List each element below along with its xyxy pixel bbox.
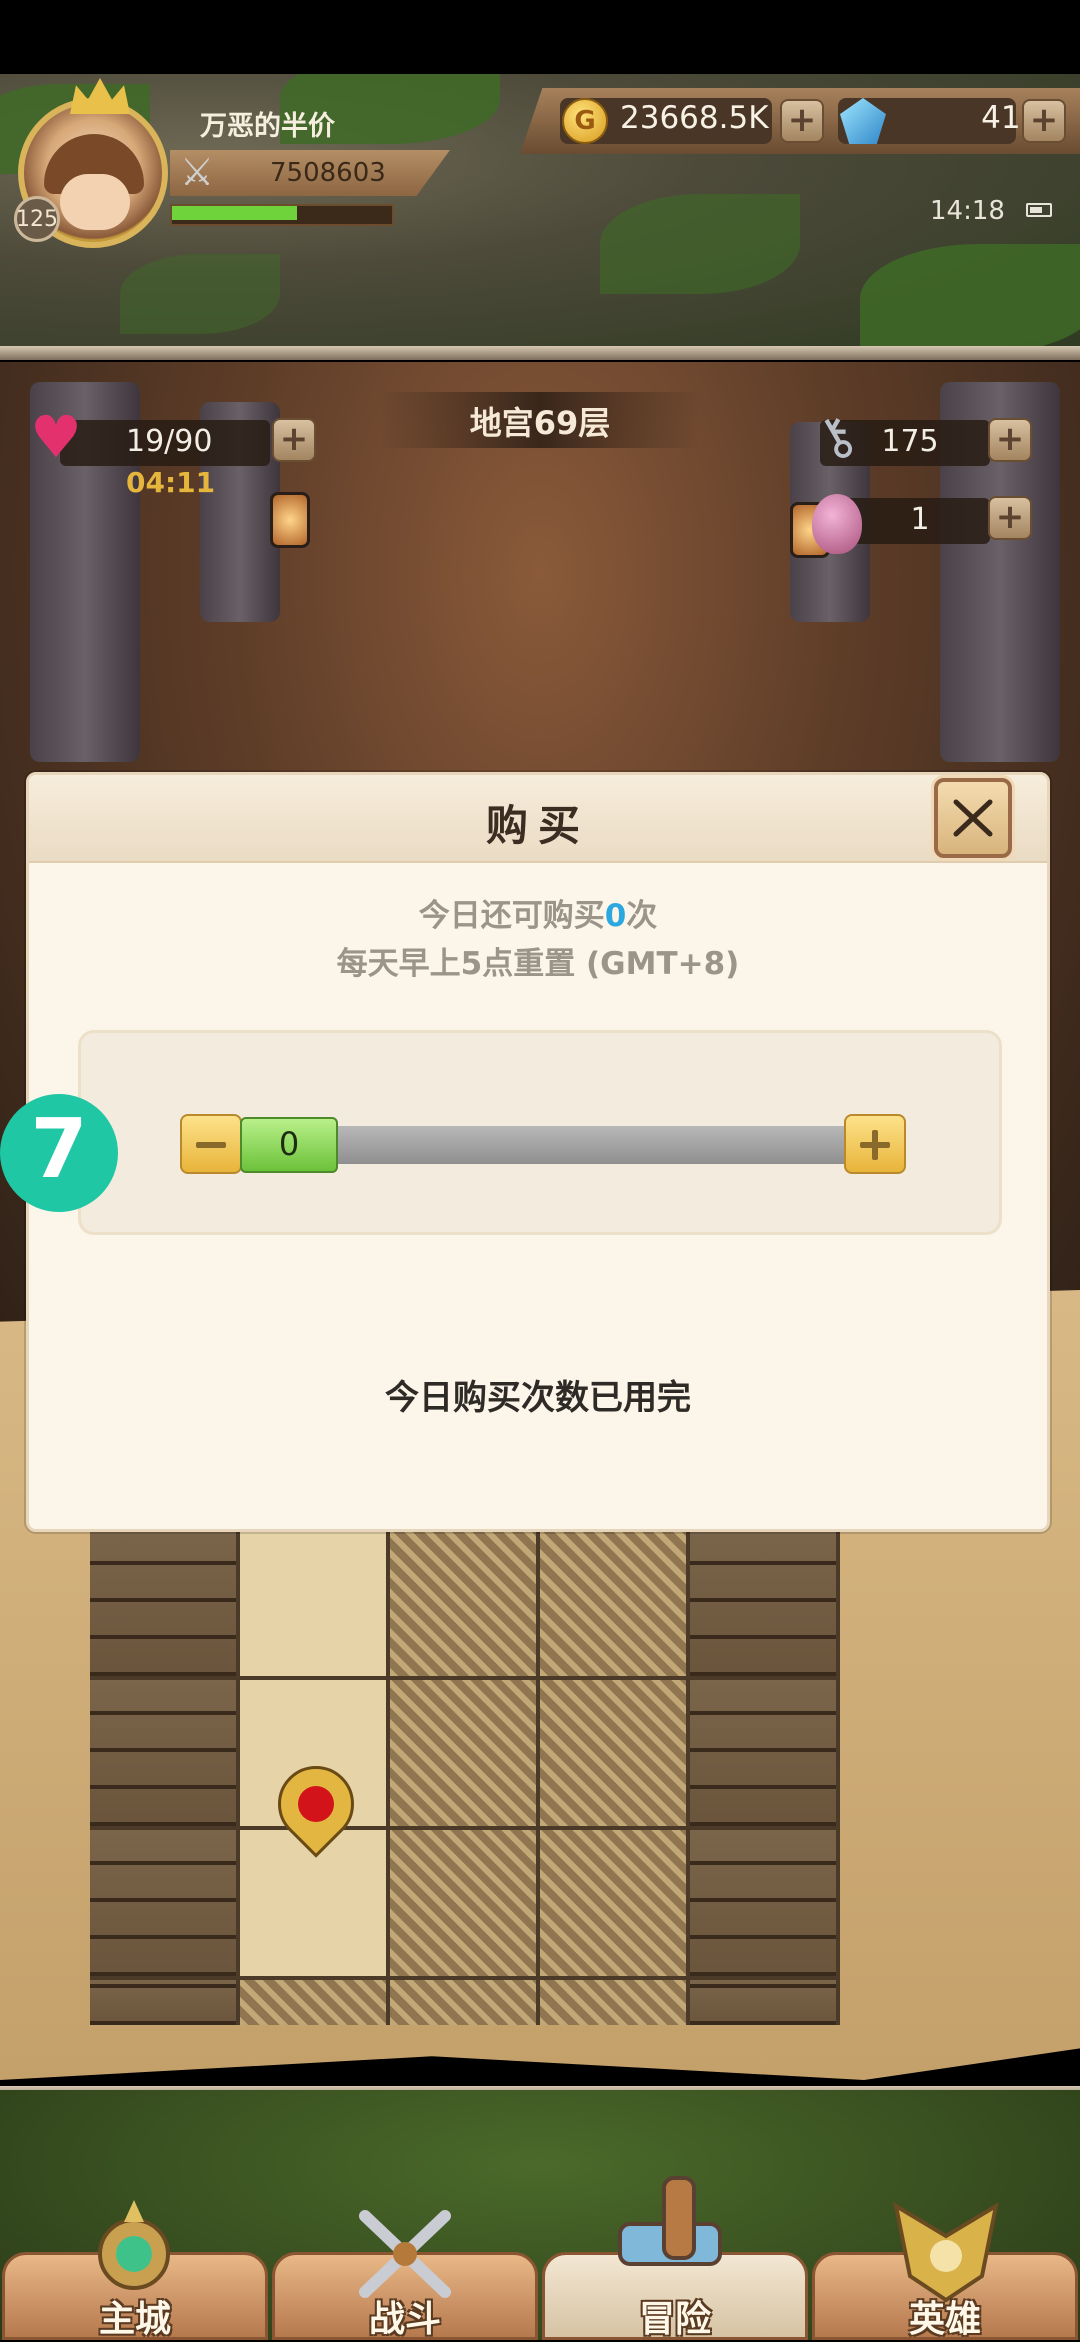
assistant-floating-button[interactable]: 7 [0,1094,118,1212]
gold-amount: 23668.5K [620,100,769,136]
close-button[interactable] [934,778,1012,858]
add-stamina-button[interactable]: + [272,418,316,462]
clock: 14:18 [930,196,1005,226]
map-cell[interactable] [540,1830,686,1976]
assistant-badge: 7 [30,1102,88,1197]
map-cell [90,1530,236,1676]
quantity-slider-thumb[interactable]: 0 [240,1117,338,1173]
floor-title: 地宫69层 [469,404,611,442]
dialog-title: 购买 [485,801,590,850]
map-cell[interactable] [240,1980,386,2025]
gold-coin-icon: G [562,98,608,144]
egg-count: 1 [910,502,930,537]
map-cell[interactable] [390,1980,536,2025]
add-eggs-button[interactable]: + [988,496,1032,540]
nav-label-battle: 战斗 [368,2299,441,2340]
exp-bar-fill [172,206,297,220]
map-cell[interactable] [240,1530,386,1676]
divider-rail-top [0,346,1080,360]
status-strip [0,0,1080,74]
purchase-limit-message: 今日购买次数已用完 [385,1378,691,1418]
decrease-quantity-button[interactable] [180,1114,242,1174]
reset-note: 每天早上5点重置 (GMT+8) [336,946,740,982]
map-cell [90,1980,236,2025]
map-cell[interactable] [540,1680,686,1826]
map-cell [690,1680,836,1826]
power-value: 7508603 [270,158,386,188]
remaining-purchases-text: 今日还可购买0次 [29,890,1047,935]
add-gold-button[interactable]: + [780,99,824,143]
nav-label-adventure: 冒险 [638,2299,711,2340]
location-pin-icon [262,1750,370,1886]
crown-icon [70,78,130,114]
remaining-count: 0 [604,898,627,934]
map-cell [90,1830,236,1976]
player-name: 万恶的半价 [200,111,335,142]
close-icon [953,799,993,837]
map-cell[interactable] [540,1530,686,1676]
crossed-swords-icon: ⚔ [180,150,215,194]
map-cell [690,1530,836,1676]
map-cell [90,1680,236,1826]
map-scroll-icon [618,2176,722,2266]
remaining-suffix: 次 [626,898,658,934]
add-gems-button[interactable]: + [1022,99,1066,143]
nav-label-heroes: 英雄 [908,2299,981,2340]
nav-label-main-city: 主城 [98,2299,171,2340]
map-cell[interactable] [540,1980,686,2025]
heart-icon: ♥ [30,403,82,471]
add-keys-button[interactable]: + [988,418,1032,462]
increase-quantity-button[interactable] [844,1114,906,1174]
map-cell[interactable] [390,1680,536,1826]
remaining-prefix: 今日还可购买 [418,898,605,934]
map-cell[interactable] [390,1530,536,1676]
map-cell [690,1980,836,2025]
map-cell[interactable] [390,1830,536,1976]
dungeon-map-grid [90,1530,840,2025]
map-cell [690,1830,836,1976]
key-count: 175 [881,424,939,459]
egg-icon [812,494,862,554]
battery-icon [1026,203,1052,217]
stamina-timer: 04:11 [126,466,216,499]
stamina-value: 19/90 [126,424,213,459]
player-level-badge: 125 [14,196,60,242]
